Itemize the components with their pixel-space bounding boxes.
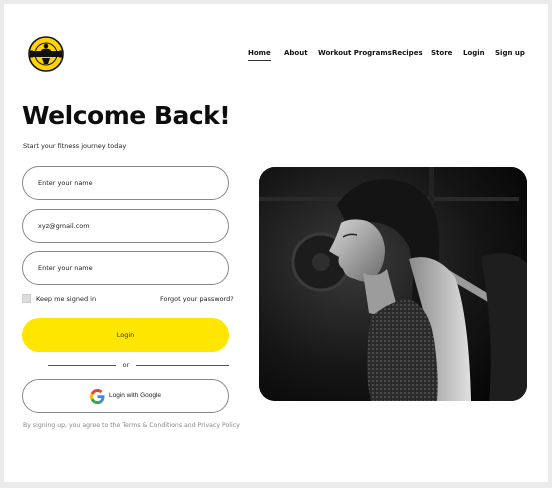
nav-workout-programs[interactable]: Workout Programs [318, 49, 392, 57]
second-name-input[interactable] [38, 252, 218, 284]
nav-home[interactable]: Home [248, 49, 271, 61]
page-title: Welcome Back! [22, 101, 231, 130]
nav-store[interactable]: Store [431, 49, 452, 57]
woman-lifting-barbell-photo [259, 167, 527, 401]
divider-text: or [122, 361, 130, 369]
google-login-label: Login with Google [109, 392, 162, 399]
terms-text: By signing up, you agree to the Terms & … [23, 422, 240, 429]
google-login-button[interactable]: Login with Google [22, 379, 229, 413]
email-field[interactable] [22, 209, 229, 243]
nav-sign-up[interactable]: Sign up [495, 49, 525, 57]
remember-checkbox[interactable] [22, 294, 31, 303]
second-name-field[interactable] [22, 251, 229, 285]
main-nav: Home About Workout Programs Recipes Stor… [0, 49, 552, 63]
email-input[interactable] [38, 210, 218, 242]
forgot-password-link[interactable]: Forgot your password? [160, 295, 234, 303]
nav-recipes[interactable]: Recipes [392, 49, 423, 57]
name-input[interactable] [38, 167, 218, 199]
nav-about[interactable]: About [284, 49, 308, 57]
login-button[interactable]: Login [22, 318, 229, 352]
name-field[interactable] [22, 166, 229, 200]
remember-label: Keep me signed in [36, 295, 97, 303]
page-subtitle: Start your fitness journey today [23, 142, 127, 150]
divider-left [48, 365, 116, 366]
divider-right [136, 365, 229, 366]
nav-login[interactable]: Login [463, 49, 485, 57]
google-icon [90, 389, 105, 404]
